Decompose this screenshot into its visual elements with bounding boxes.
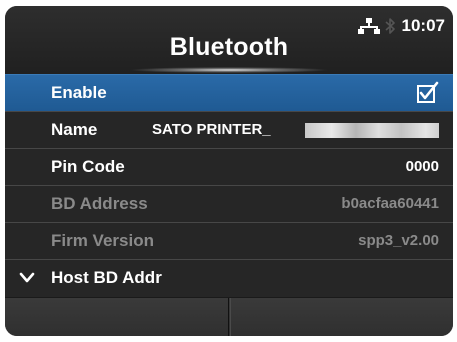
softkey-bar <box>5 297 453 336</box>
row-firm-version: Firm Version spp3_v2.00 <box>5 222 453 259</box>
softkey-right[interactable] <box>230 298 453 336</box>
network-icon <box>357 18 380 34</box>
row-label: Pin Code <box>51 157 125 176</box>
softkey-left[interactable] <box>5 298 229 336</box>
row-label: BD Address <box>51 194 148 213</box>
bluetooth-icon <box>384 18 395 34</box>
row-value: SATO PRINTER_ <box>152 121 271 138</box>
title-underline-glow <box>129 67 329 73</box>
checkbox-checked-icon[interactable] <box>415 81 439 105</box>
row-value: b0acfaa60441 <box>341 195 439 212</box>
row-label: Enable <box>51 83 107 102</box>
row-label: Firm Version <box>51 231 154 250</box>
row-pin-code[interactable]: Pin Code 0000 <box>5 148 453 185</box>
settings-list: Enable Name SATO PRINTER_ Pin Code 0000 … <box>5 74 453 296</box>
clock-time: 10:07 <box>401 16 445 35</box>
row-value: 0000 <box>405 158 439 175</box>
row-name[interactable]: Name SATO PRINTER_ <box>5 111 453 148</box>
header-bar: Bluetooth 10:07 <box>5 6 453 74</box>
chevron-down-icon <box>19 272 35 283</box>
status-area: 10:07 <box>357 16 445 36</box>
row-label: Host BD Addr <box>51 268 162 287</box>
row-enable[interactable]: Enable <box>5 74 453 111</box>
row-bd-address: BD Address b0acfaa60441 <box>5 185 453 222</box>
page-title: Bluetooth <box>169 33 289 61</box>
row-value: spp3_v2.00 <box>358 232 439 249</box>
row-host-bd-addr[interactable]: Host BD Addr <box>5 259 453 296</box>
printer-display: Bluetooth 10:07 Enable Name SATO PRINTER… <box>5 6 453 336</box>
redacted-name-block <box>305 123 439 138</box>
row-label: Name <box>51 120 98 139</box>
